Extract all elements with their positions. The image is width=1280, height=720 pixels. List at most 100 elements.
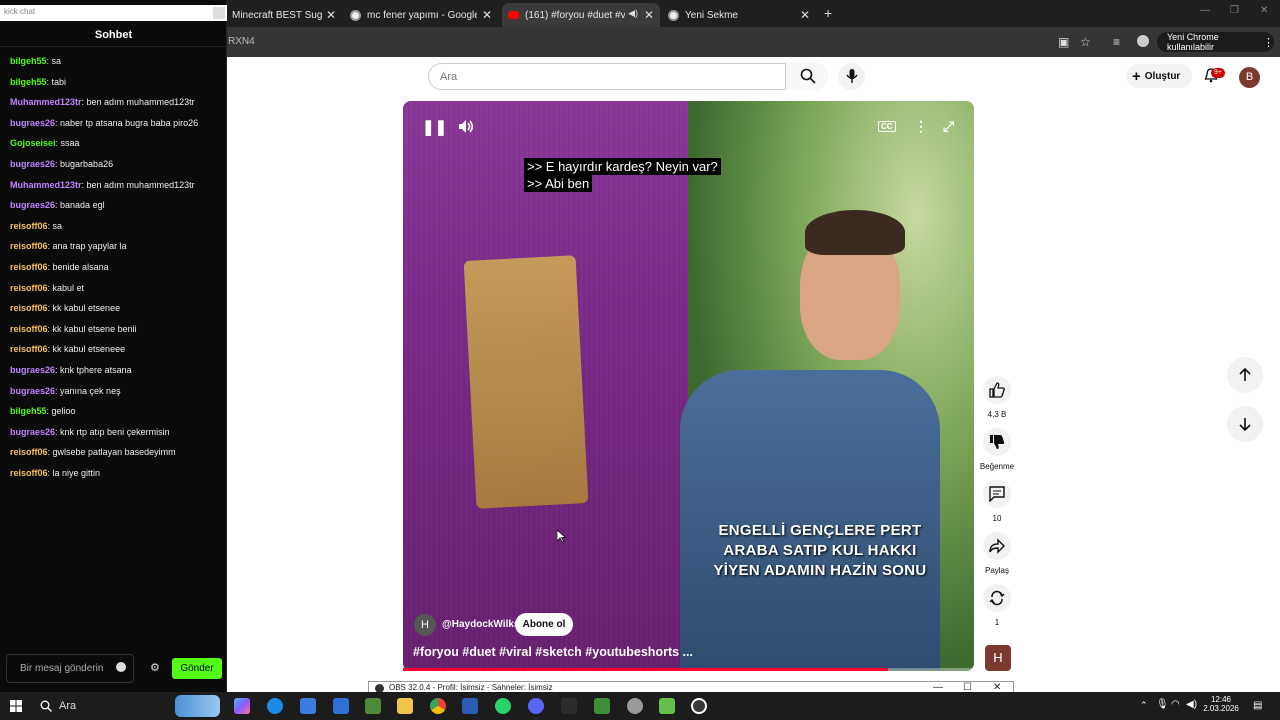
new-tab-button[interactable]: + [824,5,832,21]
minecraft-icon[interactable] [365,698,381,714]
chat-message: bugraes26: banada egl [10,195,222,216]
search-icon [800,68,816,84]
store-icon[interactable] [300,698,316,714]
more-options-icon[interactable]: ⋮ [914,118,928,135]
chat-username[interactable]: bilgeh55 [10,77,47,87]
window-close-icon[interactable]: ✕ [1260,5,1268,16]
emoji-icon[interactable] [116,662,126,672]
remix-button[interactable] [983,584,1011,612]
edge-icon[interactable] [267,698,283,714]
profile-icon[interactable] [1137,35,1149,47]
menu-dots-icon[interactable]: ⋮ [1263,36,1274,49]
chat-window-title[interactable]: kick chat [4,7,35,16]
channel-square-avatar[interactable]: H [985,645,1011,671]
tab-new-tab[interactable]: Yeni Sekme ✕ [662,3,816,27]
chat-message-input[interactable]: Bir mesaj gönderin [6,654,134,683]
dislike-button[interactable] [983,428,1011,456]
close-icon[interactable]: ✕ [482,8,492,22]
channel-avatar[interactable]: H [414,614,436,636]
chat-username[interactable]: bugraes26 [10,365,55,375]
search-highlight-image[interactable] [175,695,220,717]
chevron-up-icon[interactable]: ⌃ [1140,700,1148,711]
chat-username[interactable]: reisoff06 [10,447,48,457]
discord-icon[interactable] [528,698,544,714]
pause-icon[interactable]: ❚❚ [422,118,447,136]
search-input[interactable]: Ara [428,63,828,90]
chrome-icon[interactable] [430,698,446,714]
search-icon[interactable] [40,700,52,712]
fullscreen-icon[interactable]: ⤢ [943,118,954,135]
chat-username[interactable]: bugraes26 [10,386,55,396]
taskbar-clock[interactable]: 12:46 2.03.2026 [1201,695,1241,713]
volume-icon[interactable] [458,119,475,134]
chat-username[interactable]: bilgeh55 [10,56,47,66]
chat-username[interactable]: reisoff06 [10,303,48,313]
chat-username[interactable]: reisoff06 [10,324,48,334]
game-icon[interactable] [561,698,577,714]
chat-username[interactable]: bugraes26 [10,159,55,169]
close-icon[interactable]: ✕ [644,8,654,22]
outlook-icon[interactable] [333,698,349,714]
tab-minecraft[interactable]: Minecraft BEST Sugarcane ✕ [226,3,342,27]
close-icon[interactable]: ✕ [800,8,810,22]
create-button[interactable]: + Oluştur [1126,64,1192,88]
wifi-icon[interactable]: ◠ [1171,699,1180,710]
search-button[interactable] [785,63,828,90]
chrome-update-button[interactable]: Yeni Chrome kullanılabilir ⋮ [1157,32,1274,52]
app-icon[interactable] [462,698,478,714]
chat-username[interactable]: reisoff06 [10,221,48,231]
chat-username[interactable]: Gojoseisei [10,138,56,148]
like-button[interactable] [983,376,1011,404]
video-title[interactable]: #foryou #duet #viral #sketch #youtubesho… [413,645,693,659]
channel-name[interactable]: @HaydockWilks [442,619,519,630]
taskbar-search-label[interactable]: Ara [59,700,76,712]
copilot-icon[interactable] [234,698,250,714]
maximize-icon[interactable]: ❐ [1230,5,1239,16]
tab-google-search[interactable]: mc fener yapımı - Google'da A ✕ [344,3,498,27]
chat-username[interactable]: bugraes26 [10,427,55,437]
media-queue-icon[interactable]: ≡ [1113,35,1120,49]
chat-username[interactable]: bugraes26 [10,200,55,210]
chat-username[interactable]: bilgeh55 [10,406,47,416]
minecraft-launcher-icon[interactable] [594,698,610,714]
chat-username[interactable]: bugraes26 [10,118,55,128]
bookmark-star-icon[interactable]: ☆ [1080,35,1091,49]
address-bar[interactable]: RXN4 [226,27,1280,57]
speaker-icon[interactable]: ◀) [628,8,638,19]
chat-username[interactable]: reisoff06 [10,468,48,478]
whatsapp-icon[interactable] [495,698,511,714]
progress-bar[interactable] [403,668,974,671]
cast-icon[interactable]: ▣ [1058,35,1069,49]
cc-icon[interactable]: CC [878,121,896,132]
volume-tray-icon[interactable]: ◀) [1186,699,1197,710]
next-short-button[interactable] [1227,406,1263,442]
chat-username[interactable]: Muhammed123tr [10,97,82,107]
comments-button[interactable] [983,480,1011,508]
chat-username[interactable]: reisoff06 [10,262,48,272]
youtube-icon [508,11,519,19]
chat-message: Muhammed123tr: ben adım muhammed123tr [10,92,222,113]
chat-username[interactable]: reisoff06 [10,283,48,293]
previous-short-button[interactable] [1227,357,1263,393]
gear-icon[interactable]: ⚙ [150,661,160,674]
notification-center-icon[interactable]: ▤ [1253,700,1262,711]
chat-username[interactable]: reisoff06 [10,344,48,354]
mic-tray-icon[interactable]: 🎙 [1156,699,1169,710]
voice-search-button[interactable] [838,63,865,90]
chat-username[interactable]: Muhammed123tr [10,180,82,190]
file-explorer-icon[interactable] [397,698,413,714]
obs-taskbar-icon[interactable] [691,698,707,714]
subscribe-button[interactable]: Abone ol [515,613,573,636]
send-button[interactable]: Gönder [172,658,222,679]
minecraft-alt-icon[interactable] [659,698,675,714]
chat-username[interactable]: reisoff06 [10,241,48,251]
avatar[interactable]: B [1239,67,1260,88]
close-icon[interactable]: ✕ [326,8,336,22]
share-button[interactable] [983,532,1011,560]
chrome-profile-icon[interactable] [627,698,643,714]
windows-start-icon[interactable] [10,700,22,712]
tab-youtube[interactable]: (161) #foryou #duet #viral ◀) ✕ [502,3,660,27]
window-control[interactable] [213,7,225,19]
google-icon [350,9,361,21]
minimize-icon[interactable]: — [1200,5,1210,16]
